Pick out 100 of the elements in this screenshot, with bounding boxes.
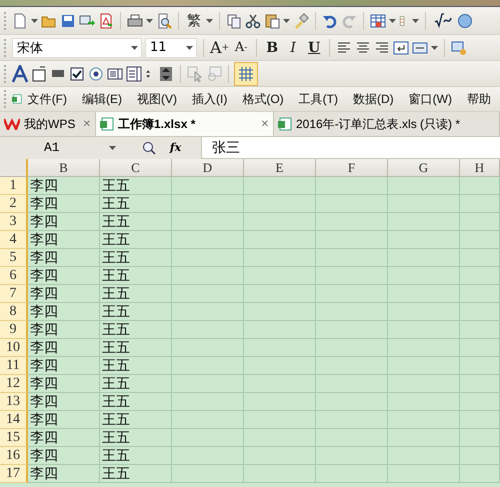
font-size-field[interactable]: 11: [145, 38, 197, 58]
email-icon[interactable]: [79, 12, 95, 28]
insert-function-button[interactable]: fx: [170, 141, 182, 154]
table-icon[interactable]: [370, 12, 386, 28]
row-header[interactable]: 15: [0, 429, 28, 447]
column-header[interactable]: F: [316, 159, 388, 177]
formula-input[interactable]: 张三: [202, 136, 500, 158]
caret-icon[interactable]: [31, 18, 38, 22]
table-cell: 李四: [28, 357, 100, 375]
column-header[interactable]: B: [28, 159, 100, 177]
underline-button[interactable]: U: [305, 36, 324, 58]
column-header[interactable]: C: [100, 159, 172, 177]
format-painter-icon[interactable]: [293, 12, 309, 28]
empty-cell: [316, 447, 388, 465]
label-frame-icon[interactable]: [31, 66, 47, 82]
menu-item[interactable]: 帮助: [464, 88, 494, 110]
cell-style-icon[interactable]: [451, 40, 468, 56]
formula-icon[interactable]: [432, 12, 454, 28]
shrink-font-button[interactable]: A$^{-}$: [232, 36, 250, 58]
print-preview-icon[interactable]: [156, 12, 172, 28]
row-header[interactable]: 14: [0, 411, 28, 429]
caret-icon[interactable]: [109, 146, 116, 150]
copy-icon[interactable]: [226, 12, 242, 28]
checkbox-control-icon[interactable]: [69, 66, 85, 82]
column-header[interactable]: D: [172, 159, 244, 177]
row-header[interactable]: 3: [0, 213, 28, 231]
bold-button[interactable]: B: [263, 36, 282, 58]
row-header[interactable]: 13: [0, 393, 28, 411]
name-box[interactable]: A1: [0, 136, 122, 158]
font-field[interactable]: 宋体: [12, 38, 142, 58]
printer-icon[interactable]: [127, 12, 143, 28]
empty-cell: [316, 465, 388, 483]
grid-icon: [238, 66, 254, 82]
menu-item[interactable]: 格式(O): [239, 88, 287, 110]
save-icon[interactable]: [60, 12, 76, 28]
row-header[interactable]: 1: [0, 177, 28, 195]
document-tab[interactable]: 2016年-订单汇总表.xls (只读) *: [274, 112, 500, 136]
row-header[interactable]: 9: [0, 321, 28, 339]
menu-item[interactable]: 视图(V): [134, 88, 180, 110]
column-header[interactable]: H: [460, 159, 500, 177]
caret-icon[interactable]: [412, 18, 419, 22]
align-right-icon[interactable]: [374, 40, 390, 56]
document-tab[interactable]: 工作簿1.xlsx * ✕: [96, 112, 274, 136]
close-icon[interactable]: ✕: [260, 118, 269, 130]
caret-icon[interactable]: [206, 18, 213, 22]
empty-cell: [460, 249, 500, 267]
table-cell: 王五: [100, 321, 172, 339]
align-left-icon[interactable]: [336, 40, 352, 56]
caret-icon[interactable]: [146, 18, 153, 22]
row-header[interactable]: 12: [0, 375, 28, 393]
menu-item[interactable]: 编辑(E): [79, 88, 126, 110]
row-header[interactable]: 4: [0, 231, 28, 249]
scroll-bar-icon[interactable]: [158, 66, 174, 82]
row-header[interactable]: 7: [0, 285, 28, 303]
wrap-text-icon[interactable]: [393, 40, 410, 56]
list-box-icon[interactable]: [107, 66, 123, 82]
row-header[interactable]: 5: [0, 249, 28, 267]
caret-icon[interactable]: [431, 46, 438, 50]
empty-cell: [244, 195, 316, 213]
menu-item[interactable]: 工具(T): [296, 88, 341, 110]
empty-cell: [460, 177, 500, 195]
globe-icon[interactable]: [457, 12, 473, 28]
column-header[interactable]: E: [244, 159, 316, 177]
row-header[interactable]: 8: [0, 303, 28, 321]
scissors-icon[interactable]: [245, 12, 261, 28]
paste-icon[interactable]: [264, 12, 280, 28]
empty-cell: [244, 429, 316, 447]
caret-icon[interactable]: [283, 18, 290, 22]
table-cell: 李四: [28, 465, 100, 483]
new-document-icon[interactable]: [12, 12, 28, 28]
align-center-icon[interactable]: [355, 40, 372, 56]
row-header[interactable]: 6: [0, 267, 28, 285]
text-art-icon[interactable]: [12, 64, 28, 82]
caret-icon[interactable]: [131, 46, 138, 50]
traditional-chinese-button[interactable]: 繁: [185, 10, 203, 32]
search-icon[interactable]: [142, 140, 156, 154]
row-header[interactable]: 11: [0, 357, 28, 375]
caret-icon[interactable]: [186, 46, 193, 50]
empty-cell: [316, 267, 388, 285]
grid-toggle-button[interactable]: [235, 62, 257, 84]
empty-cell: [244, 177, 316, 195]
row-header[interactable]: 2: [0, 195, 28, 213]
radio-control-icon[interactable]: [88, 66, 104, 82]
row-header[interactable]: 17: [0, 465, 28, 483]
combo-box-icon[interactable]: [126, 66, 142, 82]
italic-button[interactable]: I: [284, 36, 302, 58]
empty-cell: [316, 339, 388, 357]
pdf-icon[interactable]: [98, 12, 114, 28]
menu-item[interactable]: 文件(F): [24, 88, 70, 110]
empty-cell: [460, 231, 500, 249]
merge-cells-icon[interactable]: [412, 40, 428, 56]
empty-cell: [316, 231, 388, 249]
menu-item[interactable]: 数据(D): [350, 88, 397, 110]
row-header[interactable]: 16: [0, 447, 28, 465]
menu-item[interactable]: 窗口(W): [406, 88, 455, 110]
caret-icon[interactable]: [389, 18, 396, 22]
row-header[interactable]: 10: [0, 339, 28, 357]
menu-item[interactable]: 插入(I): [189, 88, 230, 110]
column-header[interactable]: G: [388, 159, 460, 177]
grow-font-button[interactable]: A$^{+}$: [210, 36, 230, 58]
